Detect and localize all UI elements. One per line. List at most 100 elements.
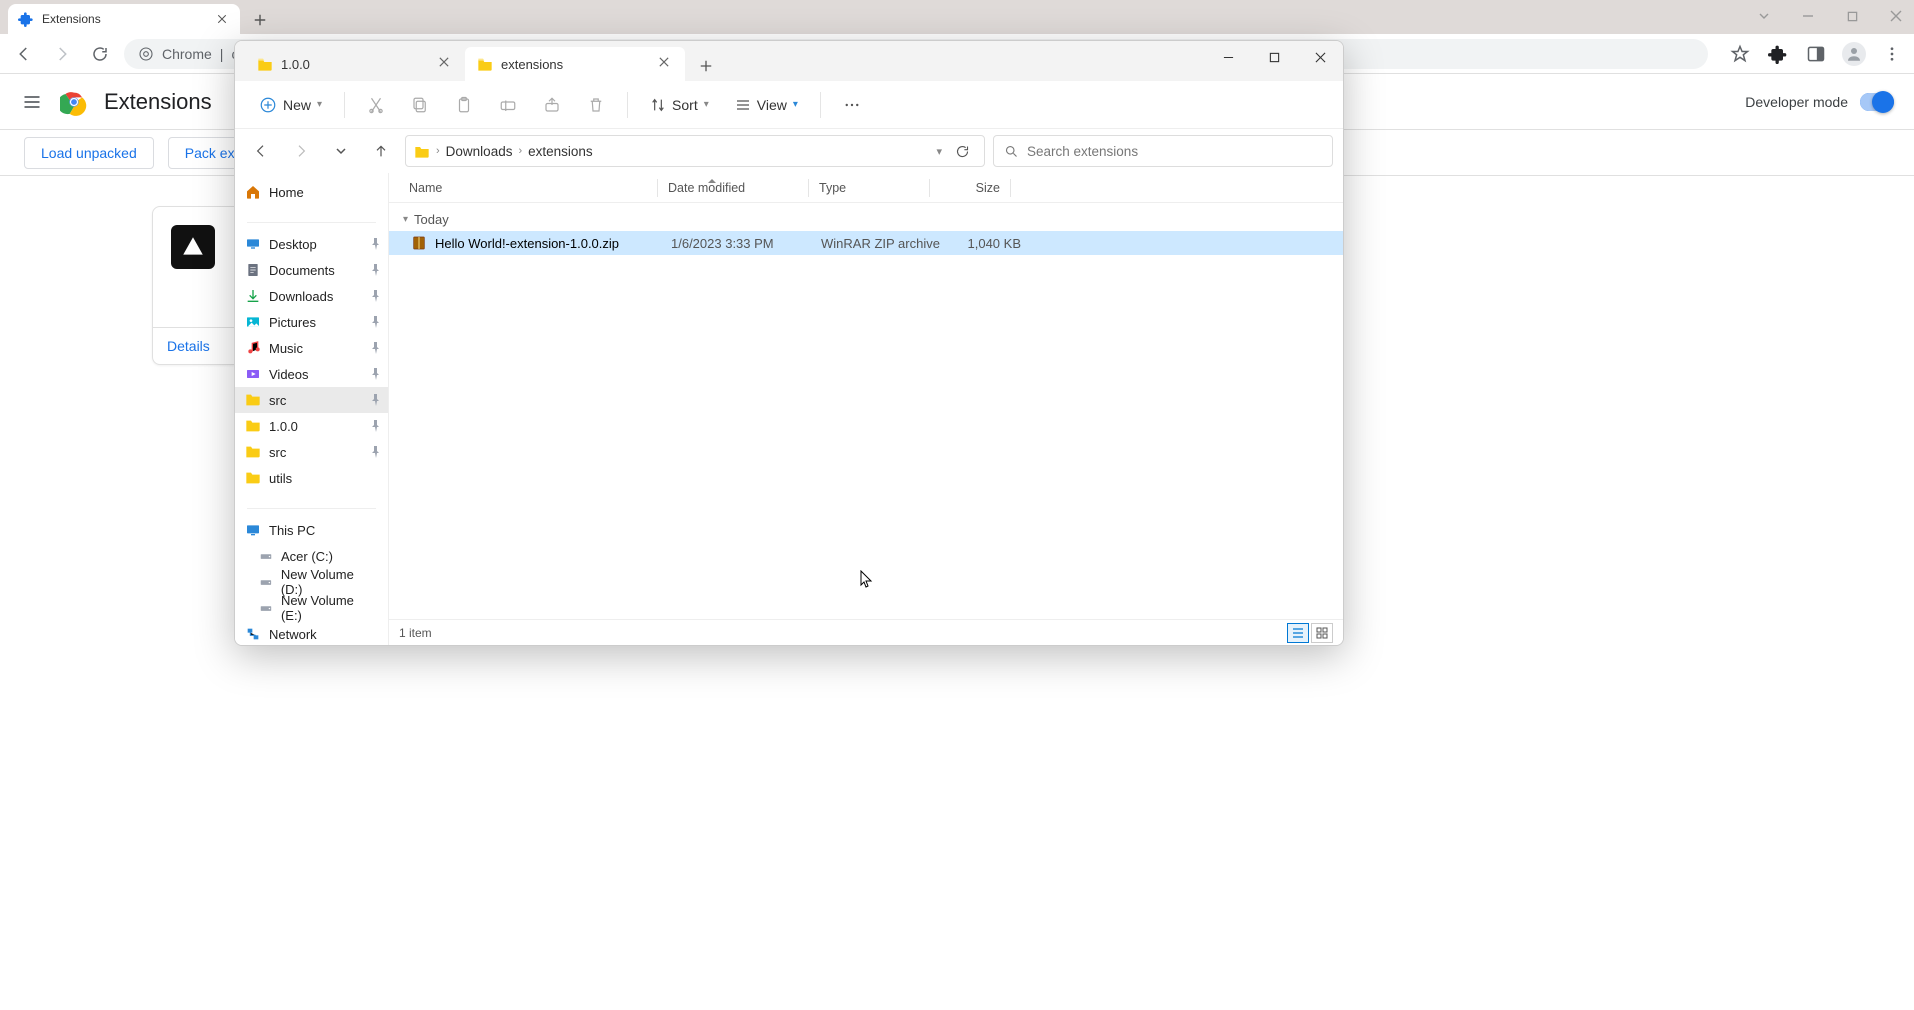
nav-drive[interactable]: New Volume (E:) [235,595,388,621]
nav-item-pictures[interactable]: Pictures [235,309,388,335]
extensions-icon[interactable] [1766,42,1790,66]
minimize-icon[interactable] [1796,4,1820,28]
sort-button[interactable]: Sort ▾ [640,88,719,122]
breadcrumb-extensions[interactable]: extensions [528,144,593,159]
copy-icon[interactable] [401,88,439,122]
nav-item-music[interactable]: Music [235,335,388,361]
star-icon[interactable] [1728,42,1752,66]
nav-item-label: Downloads [269,289,333,304]
col-date[interactable]: Date modified [658,181,808,195]
os-window-controls [1752,4,1908,28]
nav-network[interactable]: Network [235,621,388,645]
rename-icon[interactable] [489,88,527,122]
nav-this-pc[interactable]: This PC [235,517,388,543]
sort-button-label: Sort [672,97,698,113]
nav-item-label: Videos [269,367,309,382]
group-header-today[interactable]: ▾ Today [403,207,1343,231]
reload-button[interactable] [86,40,114,68]
search-input[interactable]: Search extensions [993,135,1333,167]
pin-icon [371,264,380,276]
menu-icon[interactable] [20,90,44,114]
status-text: 1 item [399,626,432,640]
col-type[interactable]: Type [809,181,929,195]
details-view-icon[interactable] [1287,623,1309,643]
file-name: Hello World!-extension-1.0.0.zip [429,236,671,251]
delete-icon[interactable] [577,88,615,122]
share-icon[interactable] [533,88,571,122]
nav-item-videos[interactable]: Videos [235,361,388,387]
file-row[interactable]: Hello World!-extension-1.0.0.zip 1/6/202… [389,231,1343,255]
refresh-icon[interactable] [948,137,976,165]
profile-avatar[interactable] [1842,42,1866,66]
nav-drive[interactable]: Acer (C:) [235,543,388,569]
nav-item-label: Desktop [269,237,317,252]
chevron-down-icon[interactable]: ▾ [936,145,942,158]
maximize-icon[interactable] [1840,4,1864,28]
cut-icon[interactable] [357,88,395,122]
folder-icon [245,470,261,486]
chevron-down-icon[interactable] [1752,4,1776,28]
explorer-tab-2[interactable]: extensions [465,47,685,81]
col-size[interactable]: Size [930,181,1010,195]
col-name[interactable]: Name [389,181,657,195]
view-switch [1287,623,1333,643]
folder-icon [245,444,261,460]
new-button[interactable]: New ▾ [249,88,332,122]
back-button[interactable] [10,40,38,68]
page-title: Extensions [104,89,212,115]
kebab-icon[interactable] [1880,42,1904,66]
nav-item-utils[interactable]: utils [235,465,388,491]
paste-icon[interactable] [445,88,483,122]
breadcrumb-downloads[interactable]: Downloads [446,144,513,159]
nav-item-documents[interactable]: Documents [235,257,388,283]
pic-icon [245,314,261,330]
nav-item-1-0-0[interactable]: 1.0.0 [235,413,388,439]
new-tab-button[interactable] [246,6,274,34]
browser-tab-extensions[interactable]: Extensions [8,4,240,34]
thumbnails-view-icon[interactable] [1311,623,1333,643]
close-icon[interactable] [1884,4,1908,28]
nav-item-src[interactable]: src [235,387,388,413]
doc-icon [245,262,261,278]
nav-drive[interactable]: New Volume (D:) [235,569,388,595]
pin-icon [371,316,380,328]
nav-item-downloads[interactable]: Downloads [235,283,388,309]
back-button[interactable] [245,135,277,167]
maximize-icon[interactable] [1251,41,1297,73]
address-box[interactable]: › Downloads › extensions ▾ [405,135,985,167]
explorer-titlebar[interactable]: 1.0.0 extensions [235,41,1343,81]
separator [1010,179,1011,197]
group-header-label: Today [414,212,449,227]
nav-drive-label: New Volume (E:) [281,593,378,623]
up-button[interactable] [365,135,397,167]
nav-item-desktop[interactable]: Desktop [235,231,388,257]
close-icon[interactable] [439,57,453,71]
pin-icon [371,342,380,354]
file-type: WinRAR ZIP archive [821,236,941,251]
explorer-tab-1[interactable]: 1.0.0 [245,47,465,81]
file-explorer-window: 1.0.0 extensions New ▾ Sort [234,40,1344,646]
view-button[interactable]: View ▾ [725,88,808,122]
separator [627,92,628,118]
nav-home[interactable]: Home [235,179,388,205]
recent-locations-button[interactable] [325,135,357,167]
developer-mode-toggle[interactable] [1860,93,1894,111]
video-icon [245,366,261,382]
close-icon[interactable] [659,57,673,71]
minimize-icon[interactable] [1205,41,1251,73]
close-icon[interactable] [1297,41,1343,73]
sidepanel-icon[interactable] [1804,42,1828,66]
forward-button[interactable] [48,40,76,68]
load-unpacked-button[interactable]: Load unpacked [24,137,154,169]
forward-button[interactable] [285,135,317,167]
nav-item-src[interactable]: src [235,439,388,465]
close-icon[interactable] [214,11,230,27]
nav-item-label: Music [269,341,303,356]
explorer-new-tab-button[interactable] [691,51,721,81]
zip-icon [409,235,429,251]
nav-drive-label: Acer (C:) [281,549,333,564]
more-icon[interactable] [833,88,871,122]
details-button[interactable]: Details [167,338,210,354]
empty-area[interactable] [389,255,1343,619]
nav-item-label: src [269,445,286,460]
